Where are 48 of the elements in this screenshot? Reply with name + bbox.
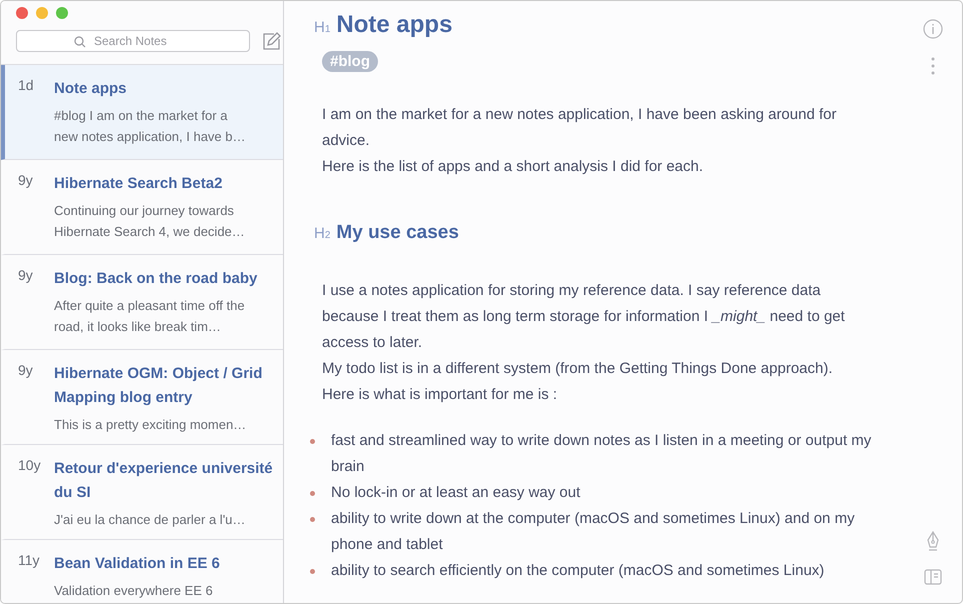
paragraph: Here is the list of apps and a short analysis I did for each. xyxy=(322,157,704,177)
compose-icon[interactable] xyxy=(262,31,282,51)
paragraph: Here is what is important for me is : xyxy=(322,385,558,405)
note-preview: #blog I am on the market for a new notes application, I have b… xyxy=(54,107,247,146)
note-age: 9y xyxy=(17,267,34,283)
list-item: fast and streamlined way to write down notes as I listen in a meeting or output my brain xyxy=(331,431,872,477)
minimize-icon[interactable] xyxy=(36,7,48,19)
more-icon[interactable] xyxy=(931,57,935,75)
note-age: 9y xyxy=(17,172,34,188)
heading: My use cases xyxy=(336,222,459,244)
bullet-icon xyxy=(310,439,315,444)
search-icon xyxy=(74,36,86,48)
zoom-icon[interactable] xyxy=(56,7,68,19)
info-icon[interactable] xyxy=(923,19,943,39)
list-item: No lock-in or at least an easy way out xyxy=(331,483,580,503)
heading: Note apps xyxy=(336,11,452,39)
note-preview: After quite a pleasant time off the road, it looks like break tim… xyxy=(54,297,246,336)
note-preview: Continuing our journey towards Hibernate Search 4, we decide… xyxy=(54,202,246,241)
note-list-item[interactable]: 10y Retour d'experience université du SI J'ai eu la chance de parler a l'u… xyxy=(1,445,283,540)
search-field[interactable]: Search Notes xyxy=(16,30,250,52)
note-age: 11y xyxy=(17,552,41,568)
note-title: Bean Validation in EE 6 xyxy=(54,554,220,574)
note-list-item[interactable]: 9y Hibernate OGM: Object / Grid Mapping blog entry This is a pretty exciting momen… xyxy=(1,350,283,445)
bullet-icon xyxy=(310,569,315,574)
paragraph: I use a notes application for storing my reference data. I say reference data because I treat them as long term storage for information I _might_ need to get access to later. xyxy=(322,281,846,353)
paragraph: I am on the market for a new notes application, I have been asking around for advice. xyxy=(322,105,838,151)
note-title: Hibernate Search Beta2 xyxy=(54,174,222,194)
note-preview: J'ai eu la chance de parler a l'u… xyxy=(54,511,246,529)
pen-nib-icon[interactable] xyxy=(925,531,941,551)
list-item: ability to search efficiently on the computer (macOS and sometimes Linux) xyxy=(331,561,824,581)
note-list-item[interactable]: 11y Bean Validation in EE 6 Validation everywhere EE 6 xyxy=(1,540,283,603)
note-list-item[interactable]: 9y Blog: Back on the road baby After quite a pleasant time off the road, it looks like break tim… xyxy=(1,255,283,350)
bullet-icon xyxy=(310,517,315,522)
bullet-icon xyxy=(310,491,315,496)
note-list-item[interactable]: 9y Hibernate Search Beta2 Continuing our journey towards Hibernate Search 4, we decide… xyxy=(1,160,283,255)
note-title: Hibernate OGM: Object / Grid Mapping blog entry xyxy=(54,364,264,408)
note-title: Note apps xyxy=(54,79,127,99)
note-preview: This is a pretty exciting momen… xyxy=(54,416,246,434)
book-icon[interactable] xyxy=(924,569,942,585)
paragraph: My todo list is in a different system (from the Getting Things Done approach). xyxy=(322,359,833,379)
note-title: Retour d'experience université du SI xyxy=(54,459,273,503)
note-age: 10y xyxy=(17,457,42,473)
note-list-item[interactable]: 1d Note apps #blog I am on the market for a new notes application, I have b… xyxy=(1,65,283,160)
close-icon[interactable] xyxy=(16,7,28,19)
note-title: Blog: Back on the road baby xyxy=(54,269,258,289)
note-preview: Validation everywhere EE 6 xyxy=(54,582,213,600)
note-age: 9y xyxy=(17,362,34,378)
note-age: 1d xyxy=(17,77,35,93)
